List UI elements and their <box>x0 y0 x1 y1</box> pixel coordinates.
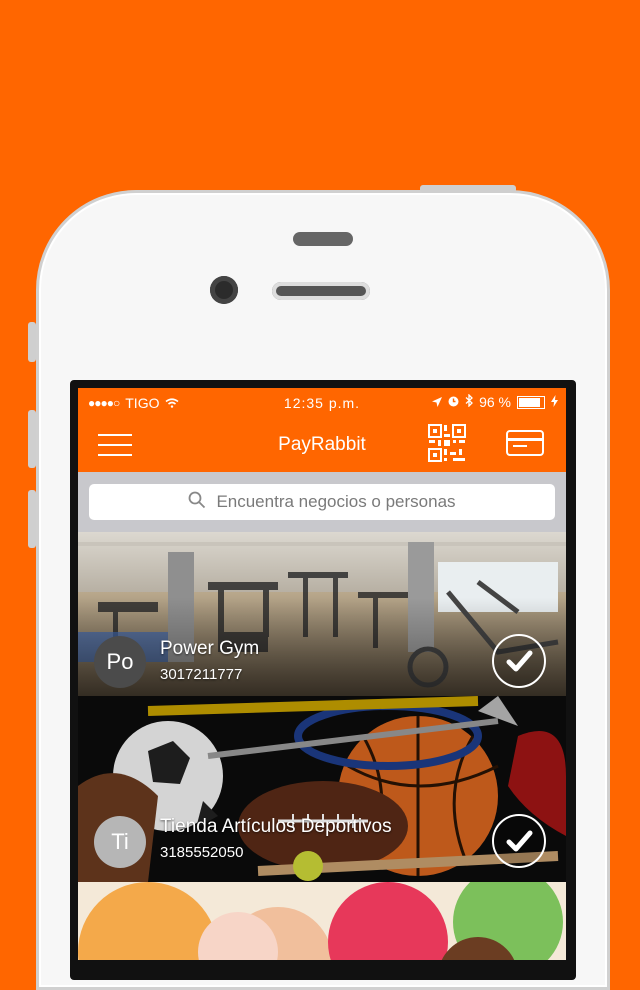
checkmark-icon <box>506 830 533 852</box>
volume-up-button <box>28 410 36 468</box>
business-list-item[interactable]: Po Power Gym 3017211777 <box>78 532 566 696</box>
business-phone: 3185552050 <box>160 844 244 861</box>
business-name: Tienda Artículos Deportivos <box>160 816 392 837</box>
business-list-item[interactable]: Ti Tienda Artículos Deportivos 318555205… <box>78 696 566 882</box>
checkmark-icon <box>506 650 533 672</box>
select-checkmark-button[interactable] <box>492 814 546 868</box>
avatar: Ti <box>94 816 146 868</box>
charging-bolt-icon <box>551 394 558 410</box>
search-input[interactable]: Encuentra negocios o personas <box>89 484 555 520</box>
location-arrow-icon <box>432 394 443 410</box>
search-bar-container: Encuentra negocios o personas <box>78 472 566 532</box>
credit-card-icon[interactable] <box>506 430 544 456</box>
front-camera <box>210 276 238 304</box>
mute-switch <box>28 322 36 362</box>
app-title: PayRabbit <box>278 434 366 455</box>
qr-code-icon[interactable] <box>428 424 466 462</box>
search-placeholder: Encuentra negocios o personas <box>216 492 456 511</box>
power-button <box>420 185 516 193</box>
nav-bar: PayRabbit <box>78 418 566 472</box>
sports-equipment-photo <box>78 696 566 882</box>
business-list-item[interactable] <box>78 882 566 960</box>
battery-icon <box>517 395 545 409</box>
app-screen: ●●●●○ TIGO 12:35 p.m. 96 % PayRabbit Enc… <box>78 388 566 960</box>
business-phone: 3017211777 <box>160 666 243 683</box>
alarm-clock-icon <box>448 394 459 410</box>
top-speaker <box>293 232 353 246</box>
status-bar: ●●●●○ TIGO 12:35 p.m. 96 % <box>78 388 566 418</box>
volume-down-button <box>28 490 36 548</box>
bluetooth-icon <box>465 393 474 410</box>
search-icon <box>188 491 206 514</box>
business-name: Power Gym <box>160 638 260 659</box>
avatar: Po <box>94 636 146 688</box>
earpiece <box>272 282 370 300</box>
select-checkmark-button[interactable] <box>492 634 546 688</box>
ice-cream-photo <box>78 882 566 960</box>
gym-photo <box>78 532 566 696</box>
battery-percent-label: 96 % <box>479 394 511 410</box>
